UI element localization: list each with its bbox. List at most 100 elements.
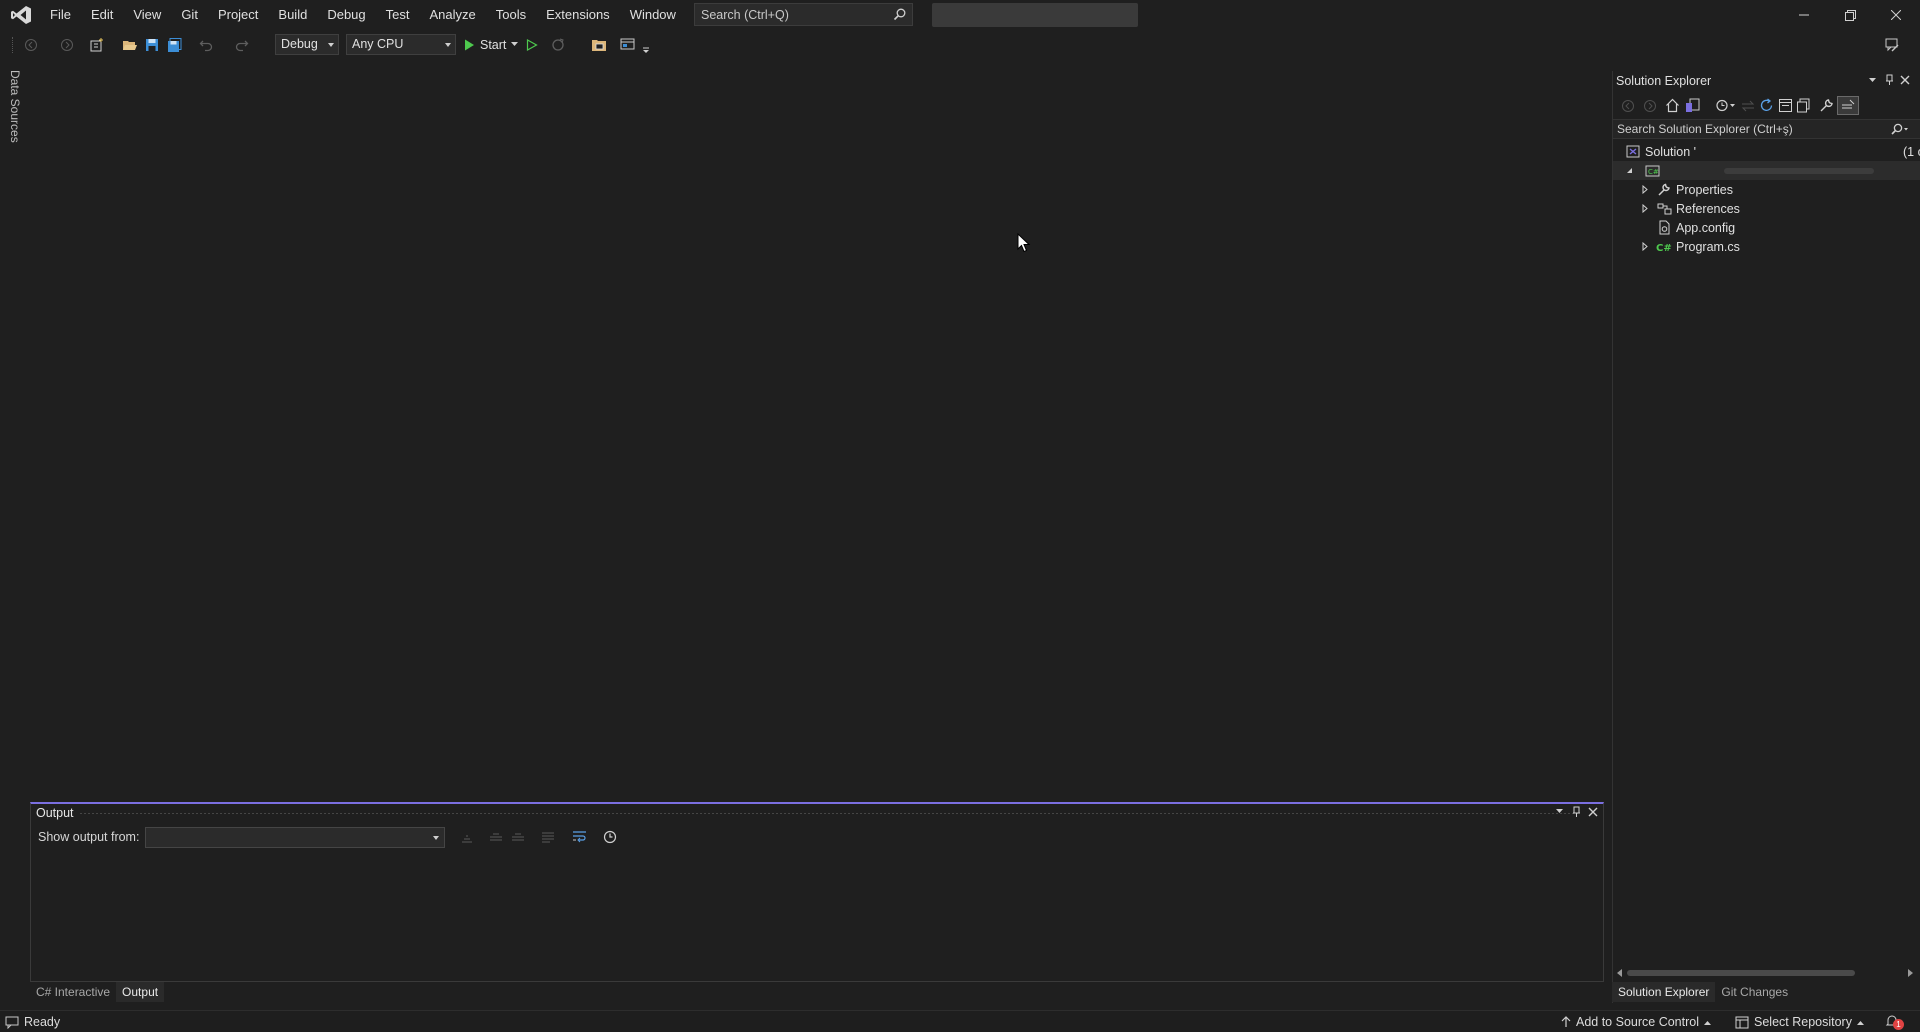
data-sources-tab[interactable]: Data Sources — [8, 70, 22, 143]
expanded-triangle-icon[interactable] — [1624, 166, 1634, 176]
menu-project[interactable]: Project — [208, 0, 268, 30]
config-file-icon — [1656, 220, 1672, 236]
search-icon — [893, 8, 906, 21]
minimize-button[interactable] — [1781, 0, 1827, 30]
pin-icon[interactable] — [1572, 806, 1581, 818]
svg-text:C#: C# — [1648, 168, 1659, 176]
close-window-button[interactable] — [1873, 0, 1919, 30]
menu-window[interactable]: Window — [620, 0, 686, 30]
tree-row-references[interactable]: References — [1640, 199, 1740, 218]
redo-icon[interactable] — [233, 36, 251, 54]
new-project-icon[interactable] — [88, 36, 106, 54]
arrow-up-icon — [1561, 1016, 1571, 1028]
scrollbar-thumb[interactable] — [1627, 970, 1855, 976]
home-icon[interactable] — [1665, 98, 1680, 113]
hot-reload-icon[interactable] — [549, 36, 567, 54]
mouse-cursor-icon — [1017, 233, 1031, 253]
solution-icon — [1625, 144, 1641, 160]
scroll-right-icon[interactable] — [1907, 969, 1913, 977]
browse-folder-icon[interactable] — [590, 36, 608, 54]
preview-selected-items-icon[interactable] — [1837, 96, 1859, 115]
collapse-all-icon[interactable] — [1778, 98, 1793, 113]
restore-button[interactable] — [1827, 0, 1873, 30]
toolbar-grip[interactable] — [12, 37, 15, 53]
solution-name-badge[interactable] — [932, 3, 1138, 27]
output-source-select[interactable] — [145, 827, 445, 848]
layout-toggle-icon[interactable] — [619, 36, 637, 54]
solution-explorer-search-input[interactable]: Search Solution Explorer (Ctrl+ş) — [1613, 119, 1920, 139]
open-file-icon[interactable] — [121, 36, 139, 54]
save-icon[interactable] — [143, 36, 161, 54]
menu-analyze[interactable]: Analyze — [419, 0, 485, 30]
find-message-in-code-icon[interactable] — [460, 831, 474, 843]
output-panel: Output Show output from: — [30, 802, 1604, 982]
tree-row-project[interactable]: C# — [1613, 161, 1920, 180]
toolbar-options-icon[interactable] — [637, 41, 655, 59]
solution-explorer-title: Solution Explorer — [1616, 74, 1712, 88]
panel-drag-handle[interactable] — [79, 812, 1579, 815]
collapsed-triangle-icon[interactable] — [1640, 185, 1650, 195]
toggle-word-wrap-icon[interactable] — [572, 830, 587, 843]
close-icon[interactable] — [1588, 807, 1598, 817]
switch-views-icon[interactable] — [1685, 98, 1700, 113]
pin-icon[interactable] — [1885, 74, 1894, 86]
feedback-icon[interactable] — [1883, 36, 1901, 54]
menu-tools[interactable]: Tools — [486, 0, 536, 30]
se-search-placeholder: Search Solution Explorer (Ctrl+ş) — [1617, 122, 1793, 136]
add-to-source-control-button[interactable]: Add to Source Control — [1561, 1011, 1711, 1032]
menu-debug[interactable]: Debug — [317, 0, 375, 30]
tree-row-solution[interactable]: Solution ' (1 of — [1625, 142, 1920, 161]
navigate-forward-icon[interactable] — [58, 36, 76, 54]
sync-with-document-icon[interactable] — [1741, 99, 1755, 113]
tab-git-changes[interactable]: Git Changes — [1715, 982, 1794, 1002]
menu-build[interactable]: Build — [268, 0, 317, 30]
tree-row-app-config[interactable]: App.config — [1656, 218, 1735, 237]
menu-view[interactable]: View — [123, 0, 171, 30]
message-icon — [5, 1016, 19, 1029]
solution-configuration-select[interactable]: Debug — [275, 34, 339, 55]
properties-wrench-icon[interactable] — [1819, 98, 1834, 113]
menu-edit[interactable]: Edit — [81, 0, 123, 30]
select-repository-button[interactable]: Select Repository — [1735, 1011, 1864, 1032]
editor-area[interactable] — [30, 60, 1610, 800]
tab-csharp-interactive[interactable]: C# Interactive — [30, 982, 116, 1002]
undo-icon[interactable] — [197, 36, 215, 54]
save-all-icon[interactable] — [165, 36, 183, 54]
solution-platform-select[interactable]: Any CPU — [346, 34, 456, 55]
notifications-button[interactable]: 1 — [1885, 1011, 1904, 1032]
close-icon[interactable] — [1900, 75, 1910, 85]
back-icon[interactable] — [1621, 99, 1635, 113]
menu-test[interactable]: Test — [376, 0, 420, 30]
horizontal-scrollbar[interactable] — [1617, 966, 1917, 980]
tree-row-properties[interactable]: Properties — [1640, 180, 1733, 199]
tab-solution-explorer[interactable]: Solution Explorer — [1612, 982, 1716, 1002]
bottom-tool-tabs: C# Interactive Output — [30, 982, 165, 1002]
collapsed-triangle-icon[interactable] — [1640, 204, 1650, 214]
go-to-next-message-icon[interactable] — [511, 831, 525, 843]
navigate-back-icon[interactable] — [22, 36, 40, 54]
scroll-left-icon[interactable] — [1617, 969, 1623, 977]
menu-extensions[interactable]: Extensions — [536, 0, 620, 30]
clear-all-icon[interactable] — [541, 831, 555, 843]
svg-text:C#: C# — [1656, 243, 1672, 253]
show-all-files-icon[interactable] — [1796, 98, 1811, 113]
start-without-debugging-icon[interactable] — [523, 36, 541, 54]
pending-changes-filter-icon[interactable] — [1716, 98, 1736, 113]
forward-icon[interactable] — [1643, 99, 1657, 113]
repository-icon — [1735, 1016, 1749, 1029]
tab-output[interactable]: Output — [116, 982, 165, 1002]
search-input[interactable]: Search (Ctrl+Q) — [694, 3, 913, 26]
tree-row-program-cs[interactable]: C# Program.cs — [1640, 237, 1740, 256]
visual-studio-logo-icon[interactable] — [10, 5, 32, 25]
start-debugging-button[interactable]: Start — [464, 34, 519, 55]
go-to-previous-message-icon[interactable] — [489, 831, 503, 843]
collapsed-triangle-icon[interactable] — [1640, 242, 1650, 252]
search-icon[interactable] — [1891, 123, 1909, 136]
chevron-down-icon[interactable] — [511, 42, 519, 47]
refresh-icon[interactable] — [1759, 98, 1774, 113]
menu-git[interactable]: Git — [171, 0, 208, 30]
clock-icon[interactable] — [603, 830, 617, 844]
menu-file[interactable]: File — [40, 0, 81, 30]
window-position-icon[interactable] — [1868, 76, 1877, 85]
window-position-icon[interactable] — [1555, 807, 1564, 816]
